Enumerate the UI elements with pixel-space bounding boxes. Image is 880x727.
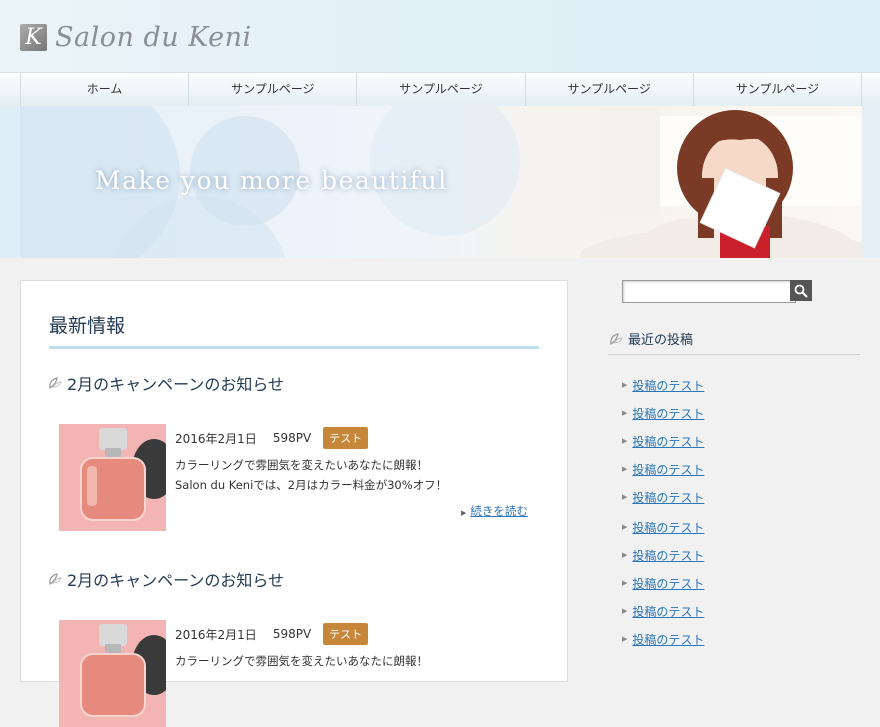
recent-posts-list: ▶ 投稿のテスト ▶ 投稿のテスト ▶ 投稿のテスト ▶ 投稿のテスト ▶ 投稿のテスト … bbox=[622, 377, 704, 659]
recent-posts-heading: 最近の投稿 bbox=[608, 329, 693, 348]
category-badge[interactable]: テスト bbox=[323, 427, 369, 449]
recent-post-link[interactable]: 投稿のテスト bbox=[632, 433, 704, 450]
list-item: ▶ 投稿のテスト bbox=[622, 405, 704, 433]
excerpt-line: カラーリングで雰囲気を変えたいあなたに朗報！ bbox=[175, 654, 428, 668]
page-title: 最新情報 bbox=[49, 315, 126, 337]
triangle-right-icon: ▶ bbox=[622, 579, 628, 587]
list-item: ▶ 投稿のテスト bbox=[622, 603, 704, 631]
post-excerpt-2: カラーリングで雰囲気を変えたいあなたに朗報！ bbox=[175, 651, 428, 671]
leaf-bullet-icon bbox=[610, 332, 623, 345]
list-item: ▶ 投稿のテスト bbox=[622, 519, 704, 547]
post-pageviews: 598PV bbox=[272, 627, 312, 641]
triangle-right-icon: ▶ bbox=[622, 551, 628, 559]
post-title-2[interactable]: 2月のキャンペーンのお知らせ bbox=[47, 567, 284, 591]
post-excerpt-1: カラーリングで雰囲気を変えたいあなたに朗報！ Salon du Keniでは、2… bbox=[175, 455, 447, 495]
recent-post-link[interactable]: 投稿のテスト bbox=[632, 405, 704, 422]
nav-item-sample-page-4[interactable]: サンプルページ bbox=[692, 73, 863, 106]
post-thumbnail-2[interactable] bbox=[59, 620, 166, 727]
perfume-bottle-image bbox=[59, 424, 166, 531]
widget-title-text: 最近の投稿 bbox=[628, 333, 694, 348]
recent-post-link[interactable]: 投稿のテスト bbox=[632, 547, 704, 564]
hero-banner: Make you more beautiful bbox=[20, 106, 862, 258]
post-title-text: 2月のキャンペーンのお知らせ bbox=[67, 571, 285, 590]
list-item: ▶ 投稿のテスト bbox=[622, 575, 704, 603]
post-title-text: 2月のキャンペーンのお知らせ bbox=[67, 375, 285, 394]
excerpt-line: カラーリングで雰囲気を変えたいあなたに朗報！ bbox=[175, 458, 428, 472]
search-input[interactable] bbox=[622, 280, 796, 303]
search-button[interactable] bbox=[790, 280, 812, 301]
triangle-right-icon: ▶ bbox=[622, 437, 628, 445]
nav-item-sample-page-3[interactable]: サンプルページ bbox=[524, 73, 693, 106]
list-item: ▶ 投稿のテスト bbox=[622, 631, 704, 659]
nav-item-home[interactable]: ホーム bbox=[20, 73, 188, 106]
triangle-right-icon: ▶ bbox=[622, 523, 628, 531]
read-more-label: 続きを読む bbox=[470, 504, 528, 518]
recent-post-link[interactable]: 投稿のテスト bbox=[632, 575, 704, 592]
leaf-bullet-icon bbox=[49, 573, 62, 586]
list-item: ▶ 投稿のテスト bbox=[622, 433, 704, 461]
main-content: 最新情報 2月のキャンペーンのお知らせ 2016年2月1日 598PV テスト … bbox=[20, 280, 568, 727]
recent-post-link[interactable]: 投稿のテスト bbox=[632, 631, 704, 648]
triangle-right-icon: ▶ bbox=[622, 465, 628, 473]
triangle-right-icon: ▶ bbox=[622, 409, 628, 417]
nav-item-sample-page-1[interactable]: サンプルページ bbox=[188, 73, 356, 106]
post-thumbnail-1[interactable] bbox=[59, 424, 166, 531]
excerpt-line: Salon du Keniでは、2月はカラー料金が30%オフ！ bbox=[175, 478, 448, 492]
nav-item-sample-page-2[interactable]: サンプルページ bbox=[356, 73, 524, 106]
recent-post-link[interactable]: 投稿のテスト bbox=[632, 603, 704, 620]
recent-post-link[interactable]: 投稿のテスト bbox=[632, 489, 704, 506]
site-title: Salon du Keni bbox=[55, 22, 252, 53]
list-item: ▶ 投稿のテスト bbox=[622, 489, 704, 519]
post-title-1[interactable]: 2月のキャンペーンのお知らせ bbox=[47, 371, 284, 395]
post-meta-2: 2016年2月1日 598PV テスト bbox=[175, 623, 369, 645]
list-item: ▶ 投稿のテスト bbox=[622, 547, 704, 575]
hero-tagline: Make you more beautiful bbox=[95, 166, 448, 195]
list-item: ▶ 投稿のテスト bbox=[622, 461, 704, 489]
recent-post-link[interactable]: 投稿のテスト bbox=[632, 519, 704, 536]
search-icon bbox=[794, 284, 808, 298]
perfume-bottle-image bbox=[59, 620, 166, 727]
recent-post-link[interactable]: 投稿のテスト bbox=[632, 377, 704, 394]
post-date: 2016年2月1日 bbox=[175, 627, 257, 642]
title-divider bbox=[49, 346, 539, 349]
global-nav: ホーム サンプルページ サンプルページ サンプルページ サンプルページ bbox=[0, 72, 880, 107]
triangle-right-icon: ▶ bbox=[461, 509, 467, 517]
triangle-right-icon: ▶ bbox=[622, 493, 628, 501]
hero-woman-image bbox=[560, 106, 862, 258]
list-item: ▶ 投稿のテスト bbox=[622, 377, 704, 405]
post-meta-1: 2016年2月1日 598PV テスト bbox=[175, 427, 369, 449]
read-more-link[interactable]: ▶ 続きを読む bbox=[461, 503, 528, 519]
triangle-right-icon: ▶ bbox=[622, 607, 628, 615]
leaf-bullet-icon bbox=[49, 377, 62, 390]
triangle-right-icon: ▶ bbox=[622, 635, 628, 643]
category-badge[interactable]: テスト bbox=[323, 623, 369, 645]
site-header: K Salon du Keni bbox=[0, 0, 880, 72]
post-date: 2016年2月1日 bbox=[175, 431, 257, 446]
recent-post-link[interactable]: 投稿のテスト bbox=[632, 461, 704, 478]
post-pageviews: 598PV bbox=[272, 431, 312, 445]
logo-mark-icon: K bbox=[20, 24, 47, 51]
widget-divider bbox=[608, 354, 860, 355]
site-logo[interactable]: K Salon du Keni bbox=[20, 22, 252, 53]
triangle-right-icon: ▶ bbox=[622, 381, 628, 389]
